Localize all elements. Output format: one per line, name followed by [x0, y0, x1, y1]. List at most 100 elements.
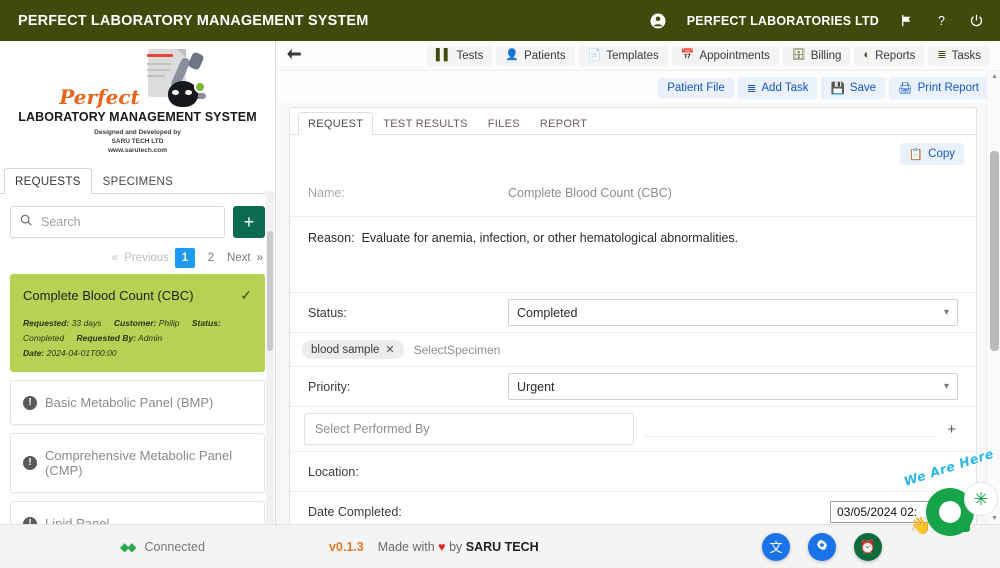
tab-tasks[interactable]: ≣ Tasks — [928, 46, 990, 66]
waving-hand-icon: 👋 — [910, 516, 931, 536]
printer-icon: 🖨 — [898, 81, 913, 95]
flag-icon[interactable] — [899, 13, 914, 28]
add-task-button[interactable]: ≣ Add Task — [738, 77, 818, 99]
microscope-document-icon — [142, 47, 216, 109]
print-report-button[interactable]: 🖨 Print Report — [889, 77, 988, 99]
brand-logo: Perfect — [10, 47, 265, 109]
tab-request[interactable]: REQUEST — [298, 112, 373, 135]
request-title-row: ! Comprehensive Metabolic Panel (CMP) — [23, 448, 252, 478]
sidebar-scrollbar[interactable] — [266, 191, 274, 524]
meta-status-label: Status: — [192, 318, 221, 328]
pager-last[interactable]: » — [257, 252, 263, 264]
specimen-chip[interactable]: blood sample ✕ — [302, 340, 404, 359]
reason-label: Reason: — [308, 231, 355, 245]
copy-button[interactable]: 📋 Copy — [900, 143, 964, 165]
pager-first[interactable]: « — [112, 252, 118, 264]
we-are-here-widget[interactable]: We Are Here ✳ 👋 — [904, 458, 996, 542]
detail-tabs: REQUEST TEST RESULTS FILES REPORT — [290, 108, 976, 135]
tab-templates[interactable]: 📄 Templates — [579, 46, 668, 66]
brand-developer-credit: Designed and Developed by SARU TECH LTD … — [10, 128, 265, 155]
warning-icon: ! — [23, 456, 37, 470]
tab-reports[interactable]: ◐ Reports — [854, 46, 924, 66]
tab-label: Billing — [811, 50, 842, 62]
location-row: Location: — [290, 452, 976, 492]
pager-next[interactable]: Next — [227, 252, 251, 264]
settings-button[interactable] — [808, 533, 836, 561]
search-box[interactable] — [10, 206, 225, 238]
tab-label: Appointments — [699, 50, 769, 62]
tab-report[interactable]: REPORT — [530, 112, 597, 135]
priority-select[interactable]: Urgent ▾ — [508, 373, 958, 400]
tab-label: Reports — [875, 50, 915, 62]
pager-page-2[interactable]: 2 — [201, 248, 221, 268]
request-card[interactable]: ! Lipid Panel — [10, 501, 265, 524]
question-mark-icon[interactable]: ? — [934, 13, 949, 28]
tab-test-results[interactable]: TEST RESULTS — [373, 112, 478, 135]
add-request-button[interactable]: + — [233, 206, 265, 238]
select-specimen-hint[interactable]: SelectSpecimen — [414, 343, 501, 357]
location-label: Location: — [308, 465, 508, 479]
chat-spinner-icon[interactable]: ✳ — [964, 482, 998, 516]
dev-line-3: www.sarutech.com — [10, 146, 265, 155]
request-title-row: ! Lipid Panel — [23, 516, 252, 524]
back-arrow-icon[interactable] — [285, 47, 303, 64]
name-value: Complete Blood Count (CBC) — [508, 186, 672, 200]
request-meta: Requested: 33 days Customer: Philip Stat… — [23, 316, 252, 361]
pager-page-1[interactable]: 1 — [175, 248, 195, 268]
made-with-credit: Made with ♥ by SARU TECH — [378, 540, 539, 554]
main-top-nav: ▌▌ Tests 👤 Patients 📄 Templates 📅 Appoin… — [277, 41, 1000, 71]
patient-file-button[interactable]: Patient File — [658, 78, 734, 98]
reason-row: Reason: Evaluate for anemia, infection, … — [290, 217, 976, 293]
connection-status-label: Connected — [144, 540, 204, 554]
request-detail-card: REQUEST TEST RESULTS FILES REPORT 📋 Copy… — [289, 107, 977, 524]
tab-patients[interactable]: 👤 Patients — [496, 46, 574, 66]
chevron-down-icon: ▾ — [944, 307, 949, 318]
request-card-selected[interactable]: Complete Blood Count (CBC) ✓ Requested: … — [10, 274, 265, 372]
request-card-header: Complete Blood Count (CBC) ✓ — [23, 287, 252, 304]
performed-by-select[interactable]: Select Performed By — [304, 413, 634, 445]
tab-files[interactable]: FILES — [478, 112, 530, 135]
patients-icon: 👤 — [505, 50, 519, 61]
request-card[interactable]: ! Basic Metabolic Panel (BMP) — [10, 380, 265, 425]
footer: ◆◆ Connected v0.1.3 Made with ♥ by SARU … — [0, 524, 1000, 568]
search-icon — [19, 213, 33, 232]
pager-previous[interactable]: Previous — [124, 252, 169, 264]
performed-by-placeholder: Select Performed By — [315, 422, 430, 436]
search-input[interactable] — [41, 215, 216, 229]
tab-billing[interactable]: 🗄 Billing — [783, 46, 851, 66]
gear-icon — [815, 538, 829, 555]
meta-customer-label: Customer: — [114, 318, 157, 328]
reason-value: Evaluate for anemia, infection, or other… — [362, 231, 739, 245]
specimen-row: blood sample ✕ SelectSpecimen — [290, 333, 976, 367]
request-card[interactable]: ! Comprehensive Metabolic Panel (CMP) — [10, 433, 265, 493]
status-select[interactable]: Completed ▾ — [508, 299, 958, 326]
scroll-up-arrow[interactable]: ▲ — [990, 73, 999, 80]
tab-label: Tests — [457, 50, 484, 62]
save-button[interactable]: 💾 Save — [821, 77, 885, 99]
sidebar-tabs: REQUESTS SPECIMENS — [0, 167, 275, 194]
status-label: Status: — [308, 306, 508, 320]
power-icon[interactable] — [969, 13, 984, 28]
button-label: Add Task — [761, 82, 808, 94]
action-bar: Patient File ≣ Add Task 💾 Save 🖨 Print R… — [277, 71, 1000, 103]
translate-button[interactable]: 文 — [762, 533, 790, 561]
brand-perfect-text: Perfect — [59, 87, 140, 107]
priority-row: Priority: Urgent ▾ — [290, 367, 976, 407]
account-circle-icon[interactable] — [649, 12, 667, 30]
tab-requests[interactable]: REQUESTS — [4, 168, 92, 194]
tab-appointments[interactable]: 📅 Appointments — [672, 46, 779, 66]
tab-specimens[interactable]: SPECIMENS — [92, 168, 184, 194]
date-completed-label: Date Completed: — [308, 505, 508, 519]
app-root: PERFECT LABORATORY MANAGEMENT SYSTEM PER… — [0, 0, 1000, 568]
add-performed-by-button[interactable]: + — [947, 421, 964, 438]
priority-value: Urgent — [517, 380, 555, 394]
billing-icon: 🗄 — [792, 50, 806, 61]
check-icon: ✓ — [240, 287, 252, 304]
heart-icon: ♥ — [438, 540, 445, 554]
module-tabs: ▌▌ Tests 👤 Patients 📄 Templates 📅 Appoin… — [427, 46, 990, 66]
save-icon: 💾 — [830, 81, 844, 95]
tab-tests[interactable]: ▌▌ Tests — [427, 46, 492, 66]
alarm-button[interactable]: ⏰ — [854, 533, 882, 561]
close-icon[interactable]: ✕ — [385, 343, 394, 356]
connected-icon: ◆◆ — [120, 540, 134, 554]
